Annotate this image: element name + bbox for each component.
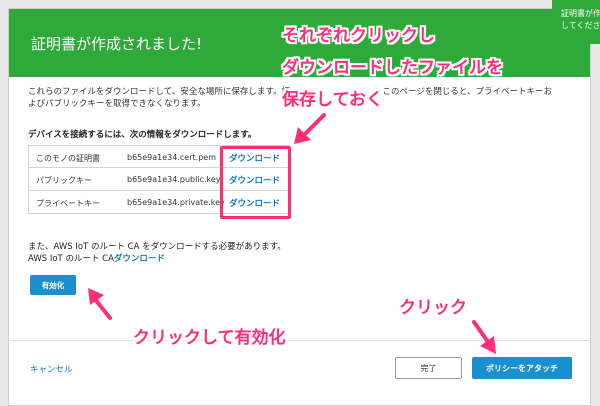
- toast-line-1: 証明書が作成: [561, 9, 600, 18]
- file-name: b65e9a1e34.public.key: [127, 175, 221, 184]
- policy-arrow-icon: [470, 318, 498, 356]
- download-note-line-3: 保存しておく: [282, 90, 383, 110]
- root-ca-prefix: AWS IoT のルート CA: [28, 254, 114, 264]
- footer-divider: [8, 340, 591, 341]
- policy-note: クリック: [399, 298, 467, 318]
- activate-arrow-icon: [86, 286, 114, 322]
- download-highlight-box: [220, 146, 291, 219]
- success-toast: 証明書が作成 してください: [552, 0, 600, 44]
- root-ca-section: また、AWS IoT のルート CA をダウンロードする必要があります。 AWS…: [28, 241, 286, 265]
- intro-line-1-tail: 、このページを閉じると、プライベートキーお: [373, 87, 552, 97]
- intro-line-1: これらのファイルをダウンロードして、安全な場所に保存します。証: [28, 87, 290, 97]
- file-label: プライベートキー: [36, 199, 100, 208]
- download-note-line-1: それぞれクリックし: [282, 26, 435, 46]
- file-name: b65e9a1e34.private.key: [127, 198, 225, 207]
- file-label: パブリックキー: [36, 176, 92, 185]
- download-note-line-2: ダウンロードしたファイルを: [282, 58, 503, 78]
- done-button[interactable]: 完了: [395, 357, 462, 379]
- file-label: このモノの証明書: [36, 154, 100, 163]
- cancel-link[interactable]: キャンセル: [30, 363, 73, 375]
- activate-button[interactable]: 有効化: [30, 275, 76, 295]
- root-ca-note: また、AWS IoT のルート CA をダウンロードする必要があります。: [28, 242, 286, 252]
- dialog-title: 証明書が作成されました!: [31, 35, 203, 53]
- activate-note: クリックして有効化: [133, 328, 286, 348]
- root-ca-download-link[interactable]: ダウンロード: [114, 254, 165, 264]
- toast-line-2: してください: [561, 21, 600, 30]
- attach-policy-button[interactable]: ポリシーをアタッチ: [472, 357, 572, 379]
- download-arrow-icon: [292, 111, 328, 146]
- section-heading: デバイスを接続するには、次の情報をダウンロードします。: [28, 130, 257, 140]
- file-name: b65e9a1e34.cert.pem: [127, 153, 216, 162]
